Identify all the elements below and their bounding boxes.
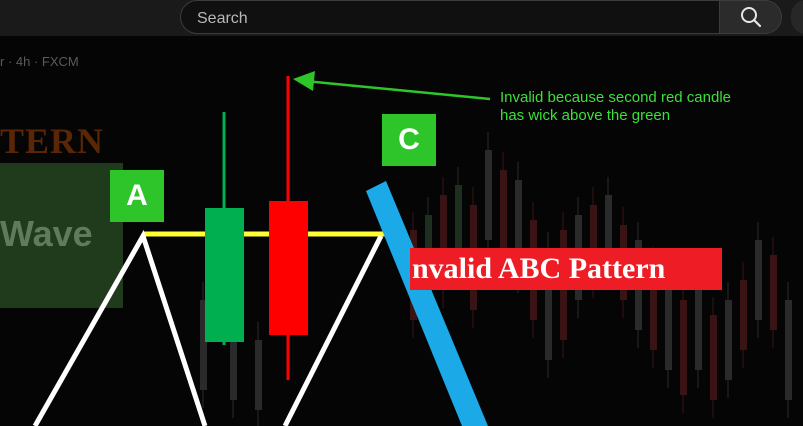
annotation-text: Invalid because second red candle has wi… xyxy=(500,89,790,125)
video-frame[interactable]: r · 4h · FXCM TERN Wave A C nvalid ABC P… xyxy=(0,36,803,426)
annotation-line-2: has wick above the green xyxy=(500,107,671,124)
red-candle-body xyxy=(269,201,308,335)
annotation-arrow-line xyxy=(304,79,491,101)
search-button[interactable] xyxy=(719,0,782,34)
label-a: A xyxy=(110,170,164,222)
white-zigzag-line xyxy=(32,229,208,426)
magnifier-icon xyxy=(740,7,761,28)
annotation-line-1: Invalid because second red candle xyxy=(500,89,731,106)
invalid-pattern-banner: nvalid ABC Pattern xyxy=(410,248,722,290)
label-c: C xyxy=(382,114,436,166)
search-box[interactable] xyxy=(180,0,720,34)
annotation-arrow-head xyxy=(293,71,315,91)
microphone-button[interactable] xyxy=(791,0,803,34)
top-bar xyxy=(0,0,803,36)
search-input[interactable] xyxy=(195,7,699,31)
green-candle-body xyxy=(205,208,244,342)
blue-arrow xyxy=(366,181,488,426)
